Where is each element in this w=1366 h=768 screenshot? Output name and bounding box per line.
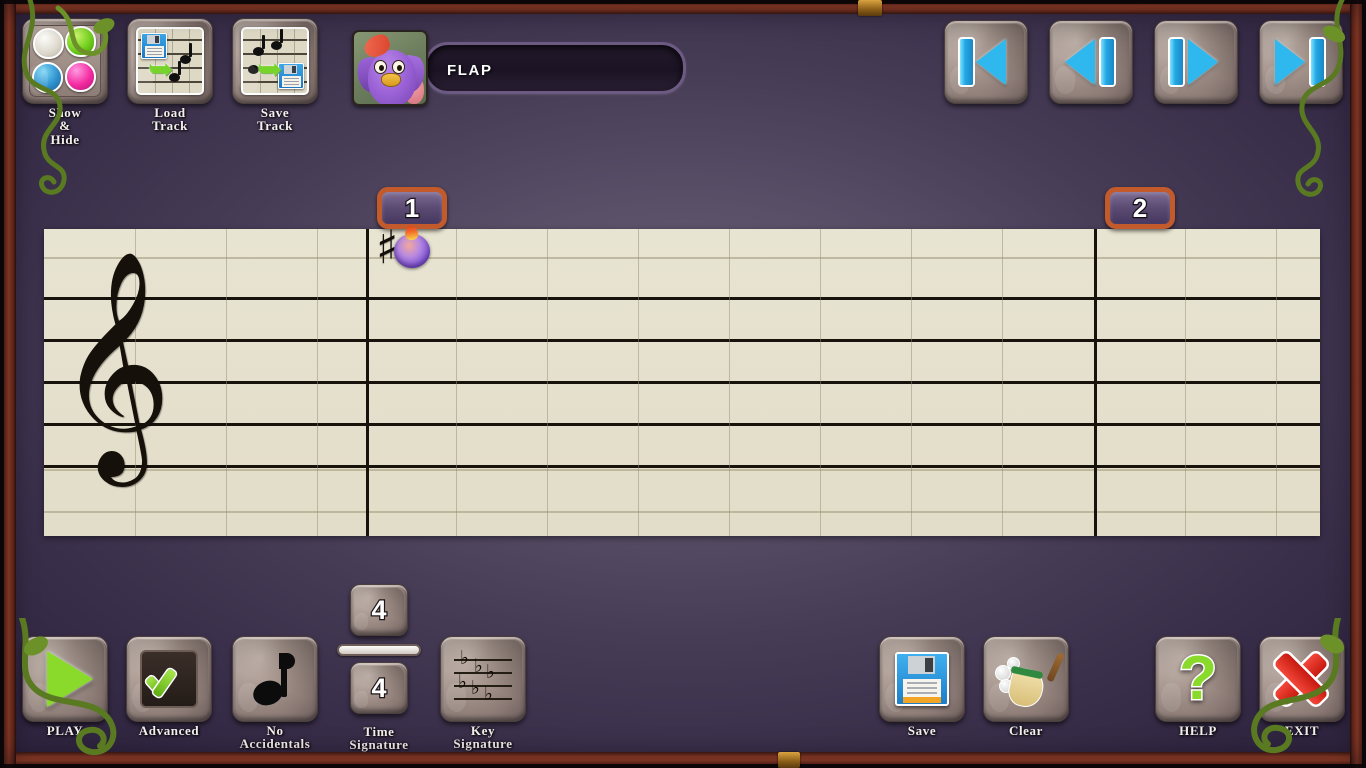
track-name-value: Flap: [447, 55, 493, 80]
four-eggs-icon: [29, 25, 101, 97]
save-label: Save: [907, 723, 937, 738]
measure-number: 2: [1131, 191, 1148, 224]
advanced-label: Advanced: [138, 723, 200, 738]
music-staff-area[interactable]: 𝄞 ♯ 1 2: [44, 187, 1320, 536]
red-x-icon: [1273, 651, 1330, 707]
advanced-button[interactable]: Advanced: [126, 636, 212, 737]
clear-label: Clear: [1008, 723, 1044, 738]
time-signature-label: Time Signature: [349, 724, 409, 753]
broom-icon: [995, 651, 1065, 711]
time-signature-divider: [337, 644, 421, 656]
measure-marker-2[interactable]: 2: [1105, 187, 1175, 229]
exit-button[interactable]: EXIT: [1259, 636, 1345, 737]
step-forward-icon: [1166, 39, 1226, 85]
bottom-toolbar: Tempo:140 PLAY Advanced No Accidentals: [0, 568, 1366, 768]
key-signature-icon: ♭ ♭ ♭ ♭ ♭ ♭: [454, 649, 512, 704]
exit-label: EXIT: [1284, 723, 1320, 738]
time-signature-denominator: 4: [370, 671, 387, 703]
save-track-label: Save Track: [257, 105, 293, 134]
floppy-disk-icon: [895, 652, 949, 706]
play-button[interactable]: PLAY: [22, 636, 108, 737]
staff-paper: 𝄞 ♯: [44, 224, 1320, 536]
save-button[interactable]: Save: [879, 636, 965, 737]
load-track-label: Load Track: [152, 105, 188, 134]
barline-measure-1: [366, 229, 369, 536]
help-label: HELP: [1179, 723, 1217, 738]
save-track-icon: ➥: [241, 27, 309, 95]
key-signature-button[interactable]: ♭ ♭ ♭ ♭ ♭ ♭ Key Signature: [440, 636, 526, 750]
step-back-icon: [1061, 39, 1121, 85]
load-track-icon: ➥: [136, 27, 204, 95]
treble-clef-icon: 𝄞: [56, 249, 172, 477]
composer-screen: Show & Hide ➥ Load Track ➥ Save Track fl…: [0, 0, 1366, 768]
checkmark-icon: [140, 650, 198, 708]
question-mark-icon: ?: [1178, 644, 1219, 713]
barline-measure-2: [1094, 229, 1097, 536]
top-toolbar: Show & Hide ➥ Load Track ➥ Save Track fl…: [0, 0, 1366, 146]
skip-forward-icon: [1271, 39, 1331, 85]
accidentals-label: No Accidentals: [239, 723, 311, 752]
monster-portrait-flap[interactable]: [352, 30, 428, 106]
eighth-note-icon: [250, 653, 297, 710]
skip-back-icon: [956, 39, 1016, 85]
play-label: PLAY: [46, 723, 84, 738]
previous-button[interactable]: [1049, 20, 1133, 104]
show-and-hide-button[interactable]: Show & Hide: [22, 18, 108, 146]
next-button[interactable]: [1154, 20, 1238, 104]
show-and-hide-label: Show & Hide: [48, 105, 82, 147]
time-signature-numerator: 4: [370, 593, 387, 625]
play-icon: [47, 651, 93, 707]
help-button[interactable]: ? HELP: [1155, 636, 1241, 737]
time-signature-denominator-button[interactable]: 4: [350, 662, 408, 714]
clear-button[interactable]: Clear: [983, 636, 1069, 737]
key-signature-label: Key Signature: [453, 723, 513, 752]
time-signature-numerator-button[interactable]: 4: [350, 584, 408, 636]
skip-to-start-button[interactable]: [944, 20, 1028, 104]
time-signature-control[interactable]: 4 4 Time Signature: [336, 584, 422, 751]
save-track-button[interactable]: ➥ Save Track: [232, 18, 318, 132]
note-egg-icon[interactable]: [394, 225, 430, 268]
accidentals-toggle-button[interactable]: No Accidentals: [232, 636, 318, 750]
skip-to-end-button[interactable]: [1259, 20, 1343, 104]
load-track-button[interactable]: ➥ Load Track: [127, 18, 213, 132]
measure-number: 1: [403, 191, 420, 224]
track-name-input[interactable]: Flap: [424, 42, 686, 94]
